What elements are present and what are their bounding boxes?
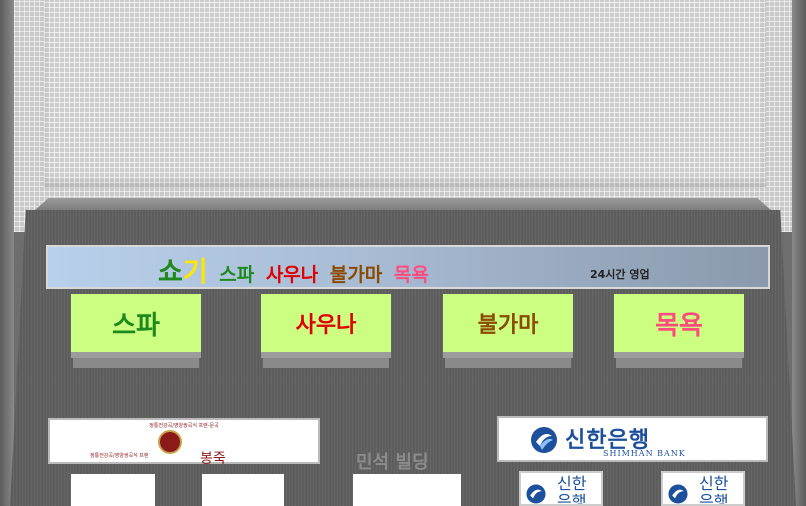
banner-item-bulgama: 불가마 [329,264,383,286]
mokyok-button[interactable]: 목욕 [614,294,744,358]
banner-item-mokyok: 목욕 [393,264,429,286]
building-left-edge [0,0,14,506]
bonjuk-sign[interactable]: 정통전강곡/영양쌍곡식 프랜-문곡 정통전강곡/영양쌍곡식 프랜 봉죽 [48,418,320,467]
window-2 [202,474,284,506]
bonjuk-bottom-text: 정통전강곡/영양쌍곡식 프랜 [90,453,149,459]
brand-char-2: 기 [182,257,208,288]
banner-item-spa: 스파 [219,264,255,286]
shinhan-logo-icon [529,426,559,454]
brand-char-1: 쇼 [158,257,183,288]
bonjuk-logo-emblem [158,430,182,454]
bonjuk-brand: 봉죽 [200,451,226,467]
atm-sign-2[interactable]: 신한 은행 [661,471,745,506]
atm-label: 신한 은행 [557,474,587,506]
shinhan-name-en: SHIMHAN BANK [603,449,686,458]
building-right-edge [792,0,806,506]
shinhan-logo-icon [525,483,547,504]
building-name: 민석 빌딩 [356,452,429,473]
banner-hours: 24시간 영업 [590,268,650,281]
spa-button[interactable]: 스파 [71,294,201,358]
shinhan-bank-sign[interactable]: 신한은행 SHIMHAN BANK [497,416,768,462]
bonjuk-top-text: 정통전강곡/영양쌍곡식 프랜-문곡 [149,423,219,429]
window-3 [353,474,461,506]
window-1 [71,474,155,506]
banner-item-sauna: 사우나 [265,264,319,286]
shinhan-logo-icon [667,483,689,504]
atm-label: 신한 은행 [699,474,729,506]
atm-sign-1[interactable]: 신한 은행 [519,471,603,506]
banner-title: 쇼기 스파 사우나 불가마 목욕 [158,250,429,289]
bulgama-button[interactable]: 불가마 [443,294,573,358]
sauna-button[interactable]: 사우나 [261,294,391,358]
upper-facade-panel [44,0,766,188]
